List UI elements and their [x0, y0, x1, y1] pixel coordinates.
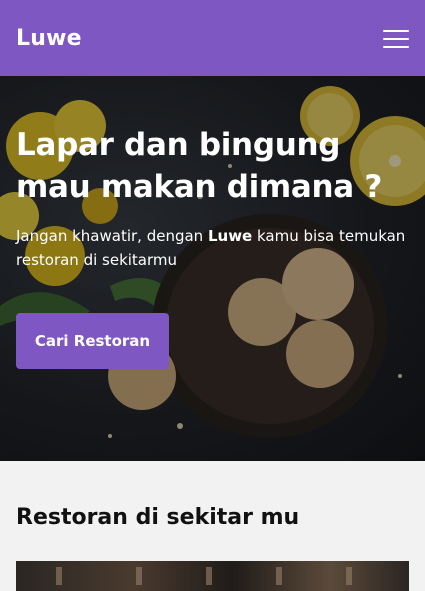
app-bar: Luwe [0, 0, 425, 76]
find-restaurant-button[interactable]: Cari Restoran [16, 313, 169, 369]
hero-title: Lapar dan bingung mau makan dimana ? [16, 127, 383, 205]
hero-description: Jangan khawatir, dengan Luwe kamu bisa t… [16, 227, 406, 269]
hamburger-menu-icon[interactable] [383, 28, 409, 48]
hero-content: Lapar dan bingung mau makan dimana ? Jan… [16, 124, 411, 272]
section-title: Restoran di sekitar mu [16, 505, 300, 530]
brand-logo-text[interactable]: Luwe [16, 26, 82, 51]
hero-section: Lapar dan bingung mau makan dimana ? Jan… [0, 76, 425, 461]
hero-brand-name: Luwe [207, 227, 253, 245]
restaurant-card-image[interactable] [16, 561, 409, 591]
